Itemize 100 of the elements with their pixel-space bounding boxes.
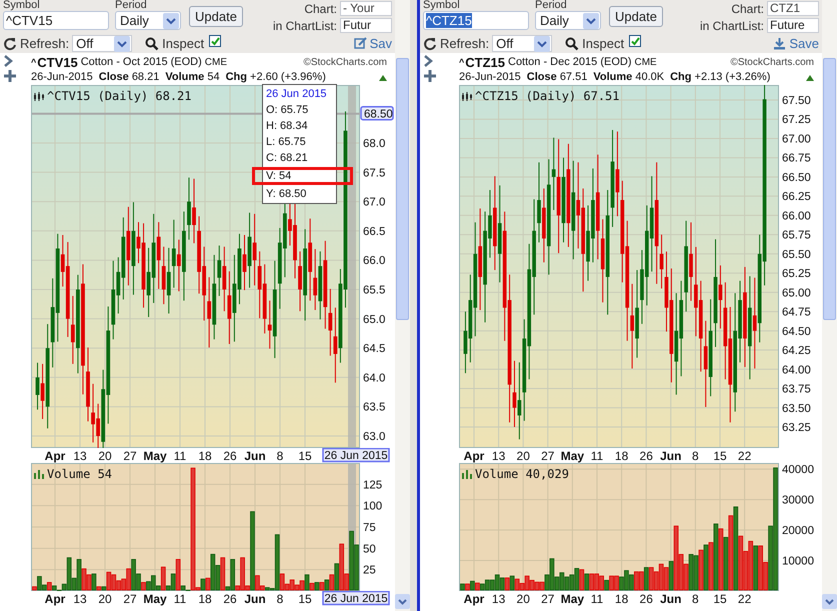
- expand-chevron-icon[interactable]: [424, 55, 433, 67]
- price-axis-label: 66.00: [782, 210, 811, 222]
- caret-mark: ^: [459, 56, 464, 69]
- date-axis-label: 27: [123, 592, 137, 606]
- price-axis-label: 65.25: [782, 268, 811, 280]
- candle-icon: [462, 92, 472, 100]
- date-label: 26-Jun-2015: [459, 71, 521, 84]
- symbol-label: Symbol: [423, 0, 461, 11]
- date-axis-label: 11: [590, 449, 604, 463]
- price-axis-label: 64.0: [363, 372, 386, 384]
- candle-icon: [34, 92, 44, 100]
- price-axis-label: 67.0: [363, 196, 386, 209]
- checkmark-icon: [630, 36, 640, 46]
- scrollbar-thumb[interactable]: [823, 58, 836, 320]
- date-axis-label: 26: [640, 449, 653, 463]
- refresh-label: Refresh:: [20, 36, 70, 51]
- update-button[interactable]: Update: [189, 6, 243, 27]
- price-legend: ^CTV15 (Daily) 68.21: [47, 87, 192, 105]
- period-select[interactable]: Daily: [535, 11, 601, 30]
- date-axis-label: Jun: [244, 449, 266, 463]
- inspect-checkbox[interactable]: [209, 35, 222, 47]
- download-icon[interactable]: [773, 37, 786, 50]
- inspect-label: Inspect: [582, 36, 624, 51]
- checkmark-icon: [210, 36, 220, 46]
- tooltip-value: L: 65.75: [266, 135, 307, 150]
- ticker-symbol: CTV15: [37, 55, 78, 70]
- plus-icon[interactable]: [424, 70, 436, 82]
- volume-axis-label: 75: [363, 522, 376, 534]
- date-axis-label: 8: [276, 449, 284, 463]
- volume-axis-label: 100: [363, 500, 382, 513]
- price-axis-label: 65.50: [782, 248, 811, 261]
- price-axis-label: 66.5: [363, 226, 386, 238]
- date-axis-label: Apr: [464, 592, 484, 606]
- save-link[interactable]: Save: [789, 36, 819, 51]
- period-label: Period: [535, 0, 568, 11]
- date-axis-label: 27: [541, 449, 554, 463]
- price-axis-label: 66.75: [782, 152, 811, 165]
- tooltip-value: V: 54: [252, 167, 353, 185]
- period-select[interactable]: Daily: [115, 11, 181, 30]
- price-axis-label: 66.0: [363, 255, 386, 268]
- date-axis-label: 20: [98, 449, 112, 463]
- edit-icon[interactable]: [354, 37, 367, 50]
- instrument-name: Cotton - Oct 2015 (EOD): [80, 56, 202, 69]
- chart-label: Chart:: [304, 2, 337, 16]
- scroll-down-icon[interactable]: [822, 594, 837, 609]
- price-axis-label: 67.50: [782, 95, 811, 107]
- symbol-text: ^CTV15: [6, 13, 53, 28]
- date-axis-label: 13: [73, 592, 87, 606]
- scrollbar[interactable]: [395, 0, 410, 611]
- date-axis-label: 18: [614, 449, 628, 463]
- symbol-field[interactable]: ^CTV15: [3, 11, 109, 30]
- chart-field[interactable]: CTZ1: [767, 1, 819, 16]
- scrollbar[interactable]: [822, 0, 837, 611]
- inspect-checkbox[interactable]: [629, 35, 642, 47]
- refresh-icon[interactable]: [423, 36, 437, 50]
- tooltip-value: Y: 68.50: [266, 187, 308, 202]
- date-axis-label: 27: [123, 449, 137, 463]
- chart-field[interactable]: - Your: [340, 1, 392, 16]
- date-axis-label: Jun: [660, 449, 682, 463]
- price-axis-label: 64.00: [782, 364, 811, 376]
- price-axis-label: 64.50: [782, 326, 811, 338]
- plus-icon[interactable]: [4, 70, 16, 82]
- date-axis-label: 8: [276, 592, 284, 606]
- volume-axis-label: 50: [363, 543, 376, 556]
- refresh-select[interactable]: Off: [492, 35, 552, 52]
- volume-legend: Volume 40,029: [475, 465, 569, 483]
- chartlist-field[interactable]: Futur: [340, 18, 392, 33]
- brand-label: ©StockCharts.com: [303, 56, 387, 68]
- stat-label: Close 67.51: [526, 71, 588, 84]
- tooltip-date: 26 Jun 2015: [266, 87, 328, 102]
- caret-mark: ^: [31, 56, 36, 69]
- date-axis-label: 15: [298, 592, 312, 606]
- refresh-icon[interactable]: [3, 36, 17, 50]
- price-axis-label: 63.5: [363, 402, 386, 414]
- date-axis-label: May: [143, 449, 167, 463]
- symbol-field[interactable]: ^CTZ15: [423, 11, 529, 30]
- update-button[interactable]: Update: [609, 6, 663, 27]
- exchange-label: CME: [204, 56, 228, 68]
- price-axis-label: 65.00: [782, 287, 811, 300]
- stat-label: Close 68.21: [98, 71, 160, 84]
- save-link[interactable]: Sav: [370, 36, 392, 51]
- date-axis-label: 22: [738, 592, 752, 606]
- ticker-symbol: CTZ15: [465, 55, 505, 70]
- scrollbar-thumb[interactable]: [396, 58, 409, 320]
- search-icon[interactable]: [565, 36, 580, 50]
- date-axis-label: May: [143, 592, 167, 606]
- stat-label: Chg +2.60 (+3.96%): [226, 71, 326, 84]
- date-axis-label: 11: [590, 592, 604, 606]
- date-axis-label: 15: [713, 449, 727, 463]
- refresh-select[interactable]: Off: [72, 35, 132, 52]
- date-axis-label: Jun: [660, 592, 682, 606]
- chartlist-field[interactable]: Future: [767, 18, 819, 33]
- search-icon[interactable]: [145, 36, 160, 50]
- date-axis-label: 20: [98, 592, 112, 606]
- scroll-down-icon[interactable]: [395, 594, 410, 609]
- expand-chevron-icon[interactable]: [4, 55, 13, 67]
- date-axis-label: May: [560, 449, 584, 463]
- inspect-label: Inspect: [162, 36, 204, 51]
- date-axis-label: 26: [223, 449, 237, 463]
- price-axis-label: 63.0: [363, 431, 386, 443]
